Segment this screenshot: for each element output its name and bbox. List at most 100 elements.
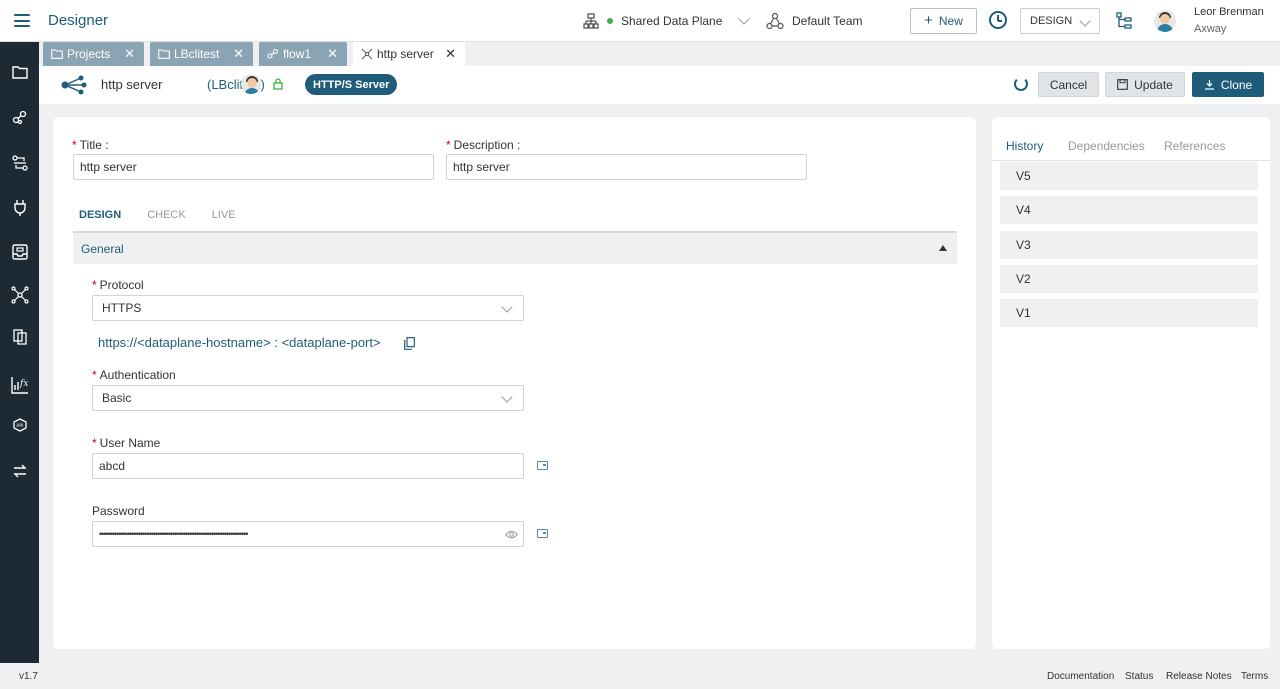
footer: v1.7 Documentation Status Release Notes … — [0, 663, 1280, 689]
editor-tabs: Projects ✕ LBclitest ✕ flow1 ✕ http serv… — [39, 42, 1280, 66]
rail-inbox-icon[interactable] — [0, 237, 39, 267]
team-selector[interactable]: Default Team — [766, 11, 862, 31]
clone-button[interactable]: Clone — [1192, 72, 1264, 97]
description-input[interactable]: http server — [446, 154, 807, 180]
terms-link[interactable]: Terms — [1241, 671, 1268, 682]
rail-network-icon[interactable] — [0, 280, 39, 310]
release-notes-link[interactable]: Release Notes — [1166, 671, 1232, 682]
object-type-badge: HTTP/S Server — [305, 74, 398, 95]
subtab-check[interactable]: CHECK — [147, 209, 186, 221]
rail-projects-folder-icon[interactable] — [0, 57, 39, 87]
tab-label: Projects — [67, 47, 111, 61]
eye-icon[interactable] — [505, 530, 518, 539]
tab-label: http server — [377, 47, 434, 61]
app-title: Designer — [48, 12, 109, 29]
owner-avatar — [241, 74, 261, 94]
tab-flow1[interactable]: flow1 ✕ — [259, 42, 347, 66]
plus-icon: + — [924, 12, 933, 29]
clock-icon[interactable] — [989, 11, 1007, 29]
chevron-down-icon — [1079, 15, 1091, 27]
tab-lbclitest[interactable]: LBclitest ✕ — [150, 42, 253, 66]
app-version: v1.7 — [19, 671, 38, 682]
close-icon[interactable]: ✕ — [233, 47, 244, 60]
general-section-header[interactable]: General — [73, 231, 957, 264]
chevron-down-icon — [501, 301, 513, 313]
version-item[interactable]: V1 — [1000, 299, 1258, 327]
mode-select[interactable]: DESIGN — [1020, 8, 1100, 34]
close-icon[interactable]: ✕ — [124, 47, 135, 60]
close-icon[interactable]: ✕ — [327, 47, 338, 60]
download-icon — [1204, 80, 1214, 90]
server-tree-icon — [583, 13, 599, 29]
collapse-caret-icon — [939, 245, 947, 251]
refresh-icon[interactable] — [1014, 77, 1028, 91]
top-bar: Designer Shared Data Plane Default Team … — [0, 0, 1280, 42]
user-avatar[interactable] — [1154, 10, 1176, 32]
tab-label: flow1 — [283, 47, 312, 61]
tab-label: LBclitest — [174, 47, 220, 61]
credential-store-icon[interactable] — [537, 461, 548, 470]
svg-text:fx: fx — [19, 379, 28, 389]
tab-projects[interactable]: Projects ✕ — [43, 42, 144, 66]
username-input[interactable]: abcd — [92, 453, 524, 479]
close-icon[interactable]: ✕ — [445, 47, 456, 60]
section-title: General — [81, 241, 124, 256]
hierarchy-list-icon[interactable] — [1116, 12, 1132, 30]
data-plane-label: Shared Data Plane — [621, 14, 723, 28]
credential-store-icon[interactable] — [537, 529, 548, 538]
status-link[interactable]: Status — [1125, 671, 1153, 682]
new-button[interactable]: + New — [910, 8, 977, 34]
chevron-down-icon — [738, 13, 751, 25]
version-item[interactable]: V4 — [1000, 196, 1258, 224]
update-button-label: Update — [1134, 77, 1173, 92]
svg-text:API: API — [16, 423, 23, 429]
rail-connectors-plug-icon[interactable] — [0, 193, 39, 223]
cancel-button[interactable]: Cancel — [1038, 72, 1099, 97]
connector-icon — [361, 48, 373, 60]
save-icon — [1117, 79, 1128, 90]
history-tabs: History Dependencies References — [992, 139, 1270, 161]
lock-icon — [273, 78, 283, 90]
rail-functions-chart-icon[interactable]: fx — [0, 370, 39, 400]
object-title: http server — [101, 77, 163, 92]
hamburger-menu-icon[interactable] — [14, 14, 30, 27]
username-label: * User Name — [92, 436, 161, 450]
team-label: Default Team — [792, 14, 863, 28]
team-icon — [766, 12, 784, 30]
tab-http-server[interactable]: http server ✕ — [353, 42, 465, 66]
protocol-value: HTTPS — [102, 301, 142, 315]
mode-subtabs: DESIGN CHECK LIVE — [79, 209, 262, 221]
rail-documents-icon[interactable] — [0, 322, 39, 352]
subtab-design[interactable]: DESIGN — [79, 209, 121, 221]
folder-icon — [158, 49, 170, 59]
status-dot-icon — [607, 18, 613, 24]
tab-references[interactable]: References — [1164, 139, 1225, 153]
version-item[interactable]: V5 — [1000, 162, 1258, 190]
password-label: Password — [92, 504, 145, 518]
copy-icon[interactable] — [404, 337, 415, 350]
subtab-live[interactable]: LIVE — [212, 209, 236, 221]
authentication-select[interactable]: Basic — [92, 385, 524, 411]
authentication-value: Basic — [102, 391, 132, 405]
user-name: Leor Brenman — [1194, 6, 1264, 18]
rail-api-hexagon-icon[interactable]: API — [0, 410, 39, 440]
documentation-link[interactable]: Documentation — [1047, 671, 1114, 682]
rail-swap-arrows-icon[interactable] — [0, 456, 39, 486]
version-item[interactable]: V2 — [1000, 265, 1258, 293]
protocol-label: * Protocol — [92, 278, 144, 292]
clone-button-label: Clone — [1220, 77, 1253, 92]
endpoint-url: https://<dataplane-hostname> : <dataplan… — [98, 335, 381, 350]
description-label: * Description : — [446, 138, 521, 152]
password-input[interactable]: ••••••••••••••••••••••••••••••••••••••••… — [92, 521, 524, 547]
version-item[interactable]: V3 — [1000, 231, 1258, 259]
update-button[interactable]: Update — [1105, 72, 1185, 97]
tab-history[interactable]: History — [1006, 139, 1043, 153]
tab-dependencies[interactable]: Dependencies — [1068, 139, 1145, 153]
data-plane-selector[interactable]: Shared Data Plane — [583, 11, 751, 31]
rail-flows-icon[interactable] — [0, 102, 39, 132]
rail-transform-icon[interactable] — [0, 148, 39, 178]
editor-card: * Title : http server * Description : http… — [53, 117, 976, 649]
title-input[interactable]: http server — [73, 154, 434, 180]
cancel-button-label: Cancel — [1049, 77, 1088, 92]
protocol-select[interactable]: HTTPS — [92, 295, 524, 321]
